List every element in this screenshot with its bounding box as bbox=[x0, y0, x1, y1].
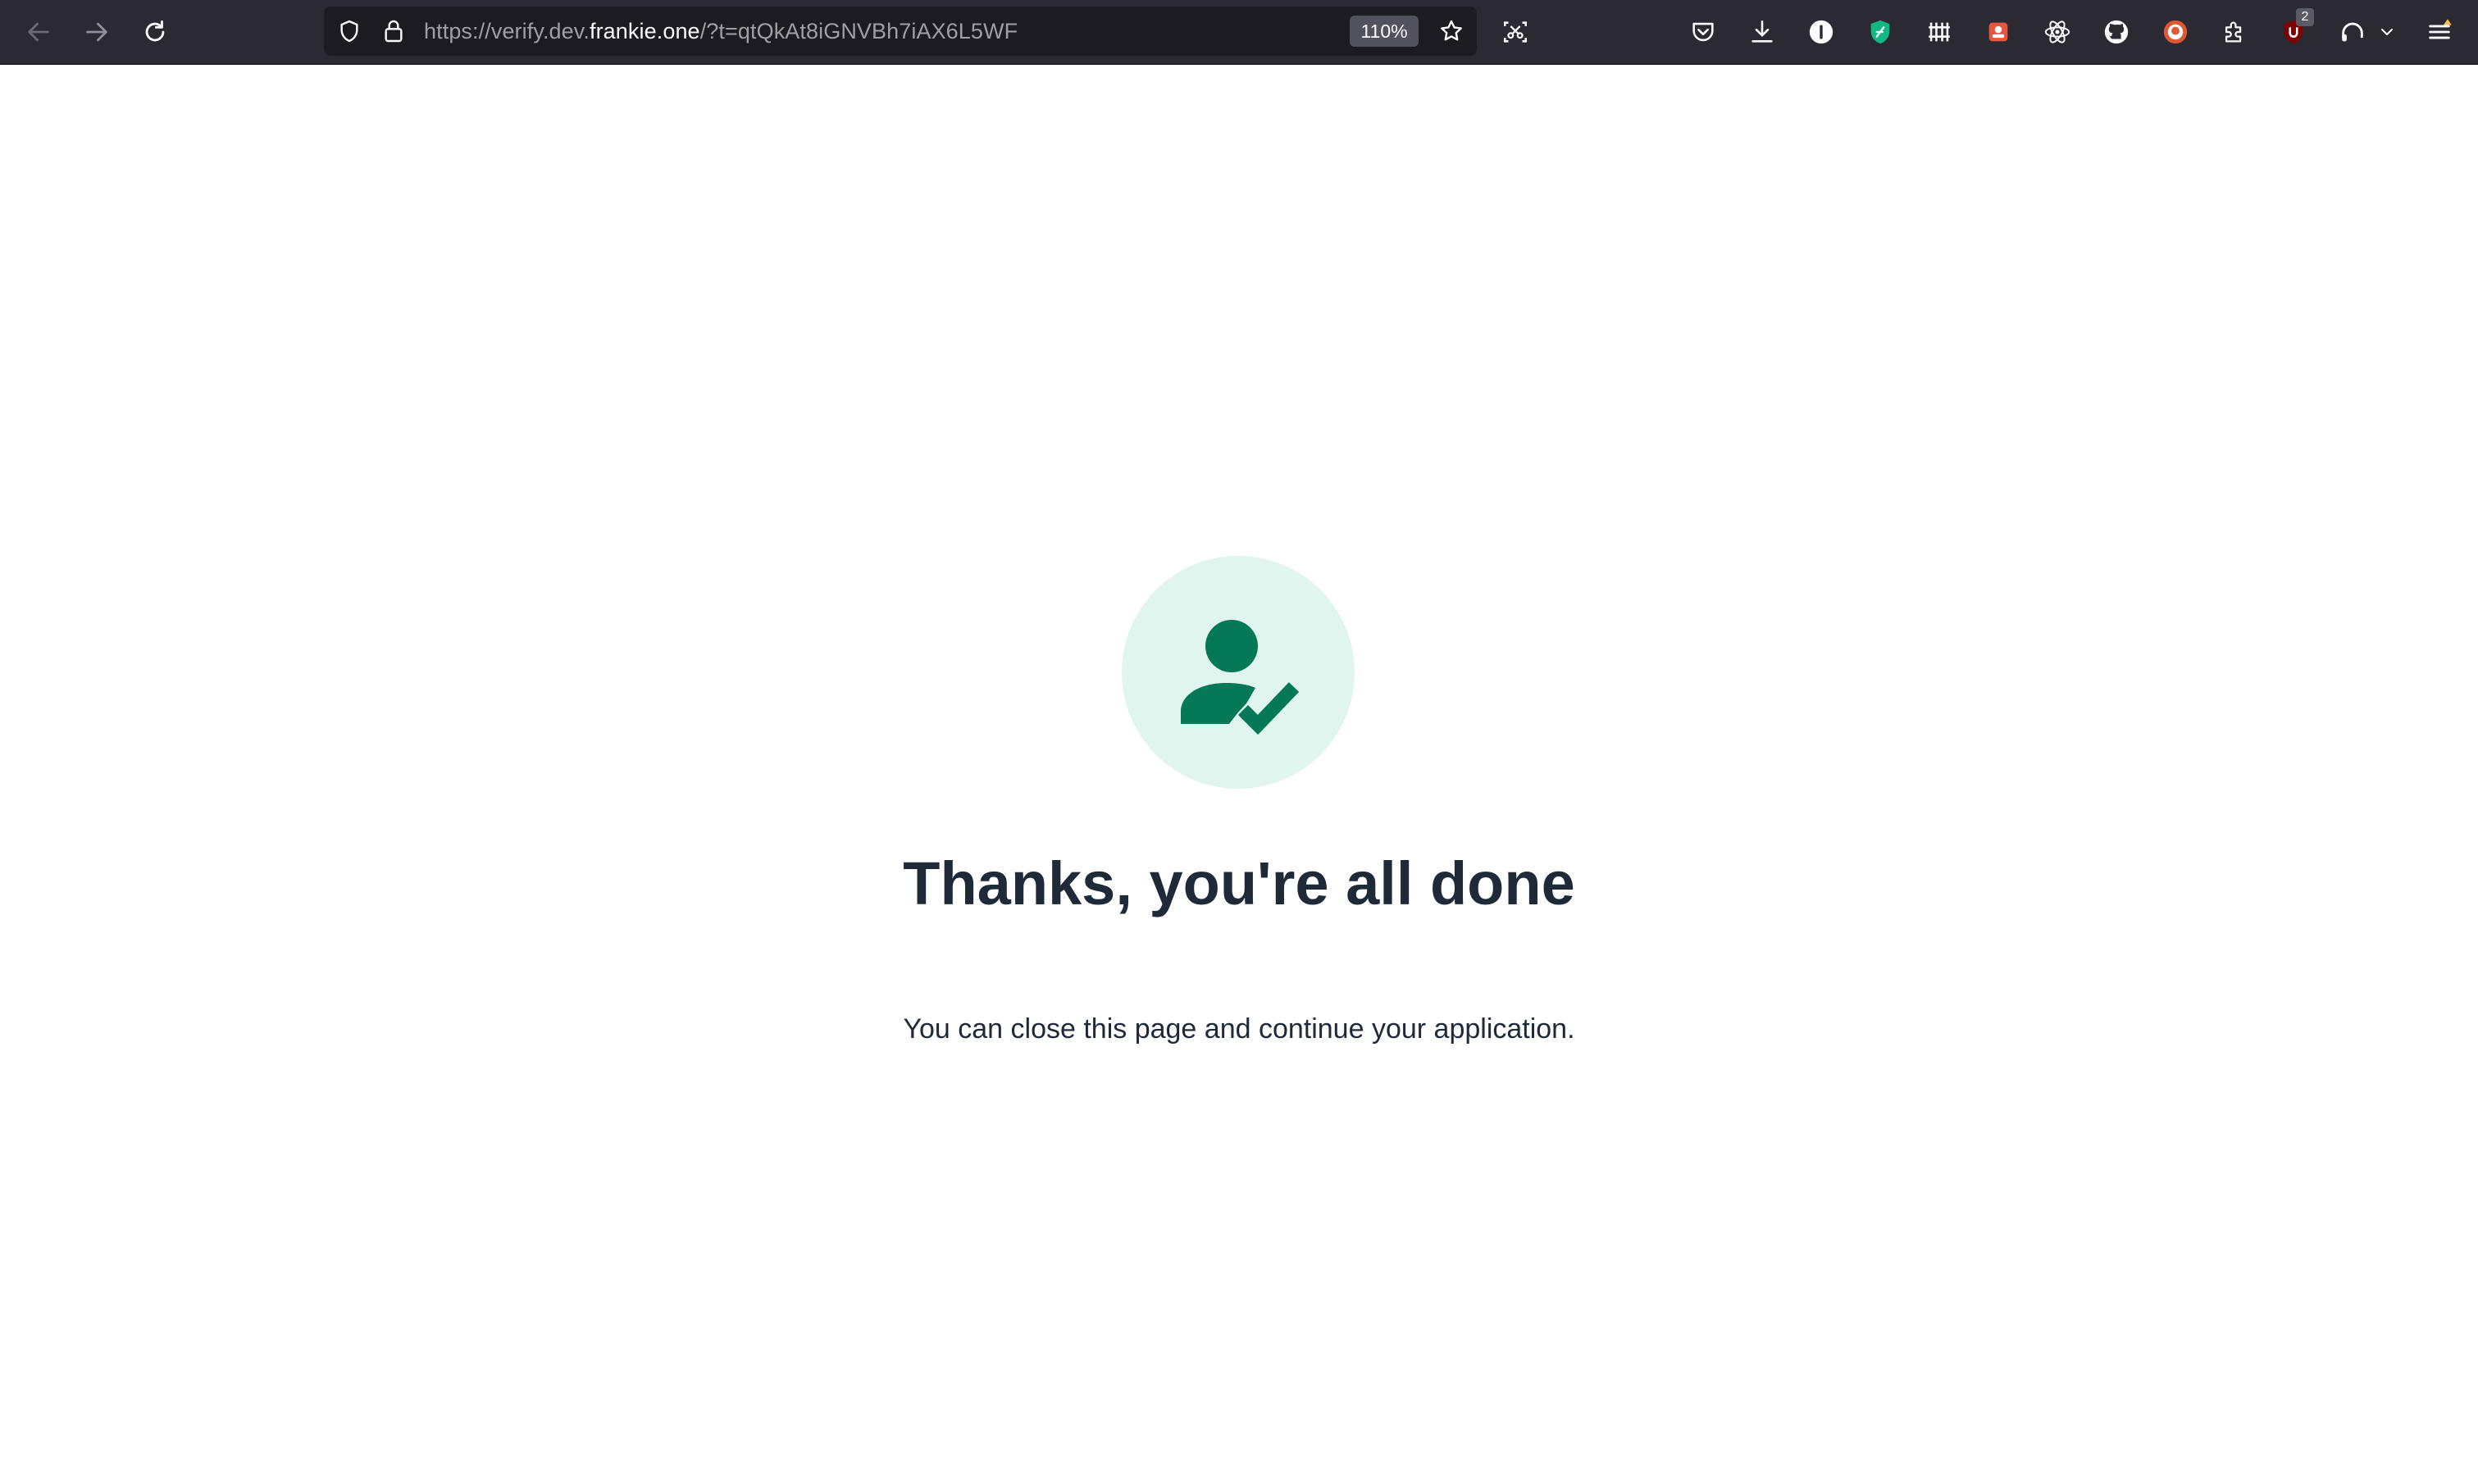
download-icon bbox=[1751, 20, 1773, 43]
hamburger-menu-icon bbox=[2429, 19, 2452, 39]
red-extension-button[interactable] bbox=[1979, 13, 2017, 51]
password-manager-extension[interactable] bbox=[1802, 13, 1840, 51]
pocket-button[interactable] bbox=[1684, 13, 1722, 51]
tracking-shield-icon bbox=[340, 20, 358, 43]
app-menu-button[interactable] bbox=[2421, 13, 2458, 51]
url-suffix: /?t=qtQkAt8iGNVBh7iAX6L5WF bbox=[699, 19, 1018, 43]
tracking-protection-button[interactable] bbox=[335, 17, 363, 45]
back-button[interactable] bbox=[20, 13, 57, 51]
github-icon bbox=[2104, 20, 2129, 44]
downloads-button[interactable] bbox=[1743, 13, 1781, 51]
forward-button[interactable] bbox=[78, 13, 116, 51]
address-bar[interactable]: https://verify.dev.frankie.one/?t=qtQkAt… bbox=[324, 7, 1477, 56]
shield-extension-icon bbox=[1870, 20, 1890, 44]
audio-extension-button[interactable] bbox=[2334, 13, 2371, 51]
chevron-down-icon bbox=[2381, 29, 2393, 35]
grid-extension-button[interactable] bbox=[1920, 13, 1958, 51]
page-content: Thanks, you're all done You can close th… bbox=[0, 66, 2478, 1484]
extensions-puzzle-icon bbox=[2225, 21, 2242, 43]
bookmark-star-icon bbox=[1441, 20, 1462, 41]
lock-icon bbox=[385, 20, 403, 43]
screenshot-icon bbox=[1503, 21, 1528, 43]
bookmark-button[interactable] bbox=[1437, 17, 1465, 45]
headphones-icon bbox=[2342, 22, 2363, 42]
ublock-extension-button[interactable]: 2 bbox=[2275, 8, 2314, 51]
info-icon bbox=[1809, 20, 1833, 44]
page-title: Thanks, you're all done bbox=[903, 849, 1575, 917]
user-check-icon bbox=[1181, 620, 1300, 735]
github-extension-button[interactable] bbox=[2098, 13, 2135, 51]
shield-extension-button[interactable] bbox=[1861, 13, 1899, 51]
url-text[interactable]: https://verify.dev.frankie.one/?t=qtQkAt… bbox=[424, 7, 1018, 56]
reload-button[interactable] bbox=[136, 13, 174, 51]
overflow-chevron-button[interactable] bbox=[2375, 13, 2399, 51]
reload-icon bbox=[145, 20, 165, 42]
extensions-button[interactable] bbox=[2216, 13, 2253, 51]
page-subtitle: You can close this page and continue you… bbox=[903, 1013, 1575, 1045]
site-info-button[interactable] bbox=[380, 17, 408, 45]
grid-extension-icon bbox=[1929, 22, 1950, 42]
forward-arrow-icon bbox=[86, 22, 107, 42]
pocket-icon bbox=[1692, 22, 1714, 42]
duckduckgo-extension-button[interactable] bbox=[2157, 13, 2194, 51]
extension-badge-count: 2 bbox=[2296, 8, 2314, 26]
back-arrow-icon bbox=[28, 22, 49, 42]
zoom-level-button[interactable]: 110% bbox=[1350, 16, 1419, 47]
url-host: frankie.one bbox=[589, 19, 700, 43]
react-devtools-button[interactable] bbox=[2038, 13, 2076, 51]
success-icon-circle bbox=[1122, 556, 1355, 789]
red-extension-icon bbox=[1988, 22, 2008, 42]
duckduckgo-icon bbox=[2163, 20, 2188, 44]
screenshot-button[interactable] bbox=[1496, 13, 1534, 51]
url-prefix: https://verify.dev. bbox=[424, 19, 590, 43]
react-devtools-icon bbox=[2044, 20, 2070, 43]
browser-toolbar: https://verify.dev.frankie.one/?t=qtQkAt… bbox=[0, 0, 2478, 65]
